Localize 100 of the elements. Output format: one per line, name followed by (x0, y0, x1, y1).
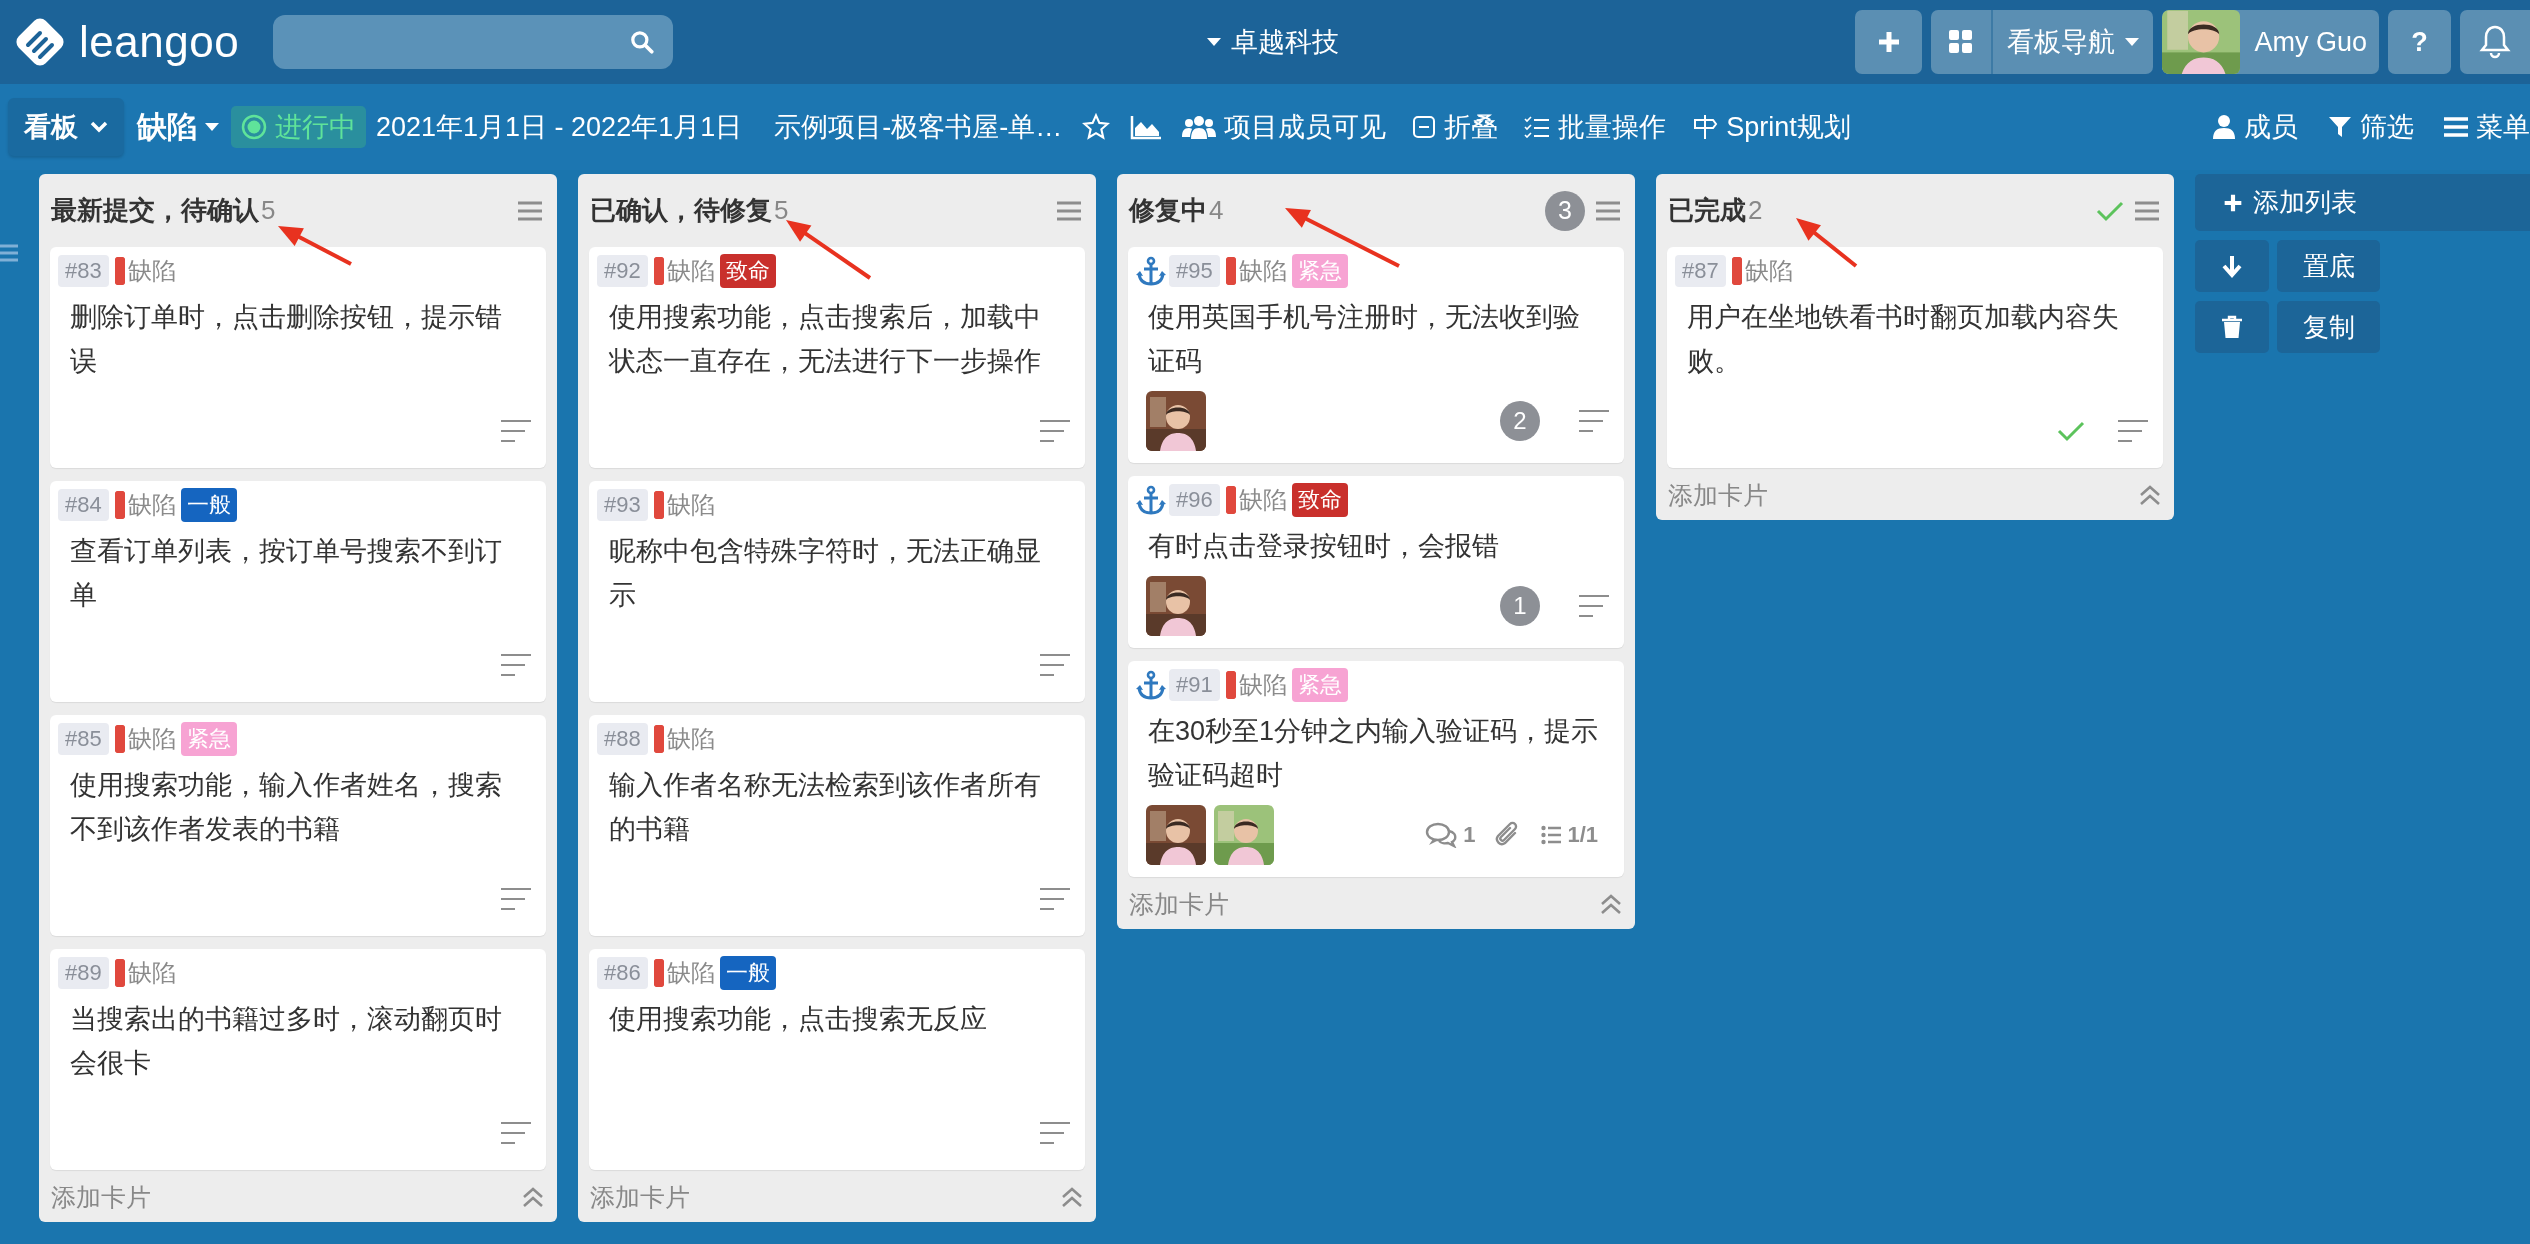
sprint-button[interactable]: Sprint规划 (1692, 109, 1851, 145)
chevron-icon (90, 121, 108, 133)
tag-marker-icon (653, 959, 664, 987)
collapse-icon (1412, 115, 1437, 139)
board-switcher[interactable]: 缺陷 (137, 106, 219, 148)
people-icon (1182, 114, 1217, 140)
card-type: 缺陷 (1744, 256, 1793, 286)
count-badge: 1 (1500, 586, 1540, 626)
description-icon (1578, 409, 1610, 433)
plus-icon (2223, 192, 2243, 213)
list-title: 最新提交，待确认 (51, 194, 259, 227)
severity-tag: 一般 (719, 956, 776, 990)
card-title: 当搜索出的书籍过多时，滚动翻页时会很卡 (69, 1003, 503, 1080)
collapse-button[interactable]: 折叠 (1412, 109, 1499, 145)
tag-marker-icon (114, 959, 125, 987)
caret-icon (205, 122, 219, 132)
card-type: 缺陷 (666, 724, 715, 754)
menu-button[interactable]: 菜单 (2444, 109, 2530, 145)
card-type: 缺陷 (127, 724, 176, 754)
collapse-up-icon[interactable] (1060, 1185, 1084, 1209)
add-card-button[interactable]: 添加卡片 (51, 1180, 151, 1214)
description-icon (1039, 653, 1071, 677)
card-number: #87 (1675, 255, 1726, 287)
card-title: 使用搜索功能，点击搜索后，加载中状态一直存在，无法进行下一步操作 (607, 301, 1042, 378)
card-title: 查看订单列表，按订单号搜索不到订单 (69, 535, 503, 612)
severity-tag: 一般 (180, 488, 237, 522)
batch-button[interactable]: 批量操作 (1524, 109, 1667, 145)
caret-icon (2125, 37, 2140, 47)
tag-marker-icon (1731, 257, 1742, 285)
signpost-icon (1692, 114, 1719, 140)
menu-icon[interactable] (1595, 199, 1621, 222)
add-card-button[interactable]: 添加卡片 (1129, 887, 1229, 921)
bottom-button[interactable]: 置底 (2277, 240, 2380, 292)
tag-marker-icon (653, 725, 664, 753)
menu-icon[interactable] (517, 199, 543, 222)
bottom-icon-button[interactable] (2195, 240, 2269, 292)
menu-icon[interactable] (1056, 199, 1082, 222)
anchor-icon (1136, 485, 1166, 515)
help-button[interactable]: ? (2388, 10, 2451, 74)
card-title: 有时点击登录按钮时，会报错 (1147, 530, 1500, 563)
area-chart-icon[interactable] (1130, 114, 1163, 140)
collapse-up-icon[interactable] (2138, 483, 2162, 507)
copy-icon-button[interactable] (2195, 301, 2269, 353)
description-icon (1039, 887, 1071, 911)
collapse-up-icon[interactable] (1599, 892, 1623, 916)
card-number: #88 (597, 723, 648, 755)
tag-marker-icon (653, 257, 664, 285)
members-button[interactable]: 成员 (2212, 109, 2298, 145)
card-title: 使用英国手机号注册时，无法收到验证码 (1147, 301, 1581, 378)
tag-marker-icon (1225, 486, 1236, 514)
card-number: #85 (58, 723, 109, 755)
card-type: 缺陷 (666, 958, 715, 988)
plus-icon (1876, 30, 1901, 54)
logo-text: leangoo (79, 17, 240, 67)
tag-marker-icon (114, 725, 125, 753)
add-list-button[interactable]: 添加列表 (2195, 174, 2530, 231)
card-count: 4 (1209, 195, 1224, 226)
visibility-button[interactable]: 项目成员可见 (1182, 109, 1387, 145)
user-menu-button[interactable]: Amy Guo (2162, 10, 2379, 74)
copy-button[interactable]: 复制 (2277, 301, 2380, 353)
menu-icon[interactable] (0, 244, 18, 262)
anchor-icon (1136, 670, 1166, 700)
add-card-button[interactable]: 添加卡片 (1668, 478, 1768, 512)
menu-icon[interactable] (2134, 199, 2160, 222)
check-icon (2096, 199, 2124, 222)
workspace-switcher[interactable]: 卓越科技 (1207, 0, 1339, 84)
annotation-arrow (1796, 218, 1858, 268)
card-number: #86 (597, 957, 648, 989)
filter-button[interactable]: 筛选 (2328, 109, 2414, 145)
add-button[interactable] (1855, 10, 1923, 74)
project-name[interactable]: 示例项目-极客书屋-单… (774, 109, 1063, 145)
card-number: #84 (58, 489, 109, 521)
list-title: 已完成 (1668, 194, 1746, 227)
person-icon (2212, 114, 2236, 140)
card-number: #93 (597, 489, 648, 521)
star-icon[interactable] (1082, 113, 1111, 141)
card-title: 删除订单时，点击删除按钮，提示错误 (69, 301, 503, 378)
card-type: 缺陷 (127, 958, 176, 988)
description-icon (2117, 419, 2149, 443)
card-number: #89 (58, 957, 109, 989)
status-chip: 进行中 (231, 106, 366, 148)
card-title: 输入作者名称无法检索到该作者所有的书籍 (608, 769, 1042, 846)
search-field[interactable] (273, 15, 673, 69)
list-title: 修复中 (1129, 194, 1207, 227)
count-badge: 2 (1500, 401, 1540, 441)
date-range: 2021年1月1日 - 2022年1月1日 (376, 111, 743, 144)
grid-icon (1948, 29, 1975, 55)
collapse-up-icon[interactable] (521, 1185, 545, 1209)
view-switcher[interactable]: 看板 (8, 98, 124, 156)
notifications-button[interactable] (2460, 10, 2530, 74)
card-title: 昵称中包含特殊字符时，无法正确显示 (608, 535, 1042, 612)
card-title: 使用搜索功能，点击搜索无反应 (608, 1003, 988, 1036)
checklist-icon (1524, 116, 1551, 138)
filter-icon (2328, 115, 2352, 139)
tag-marker-icon (653, 491, 664, 519)
trash-icon (2221, 315, 2243, 339)
card-type: 缺陷 (1238, 256, 1287, 286)
anchor-icon (1136, 256, 1166, 286)
card-type: 缺陷 (1238, 485, 1287, 515)
add-card-button[interactable]: 添加卡片 (590, 1180, 690, 1214)
